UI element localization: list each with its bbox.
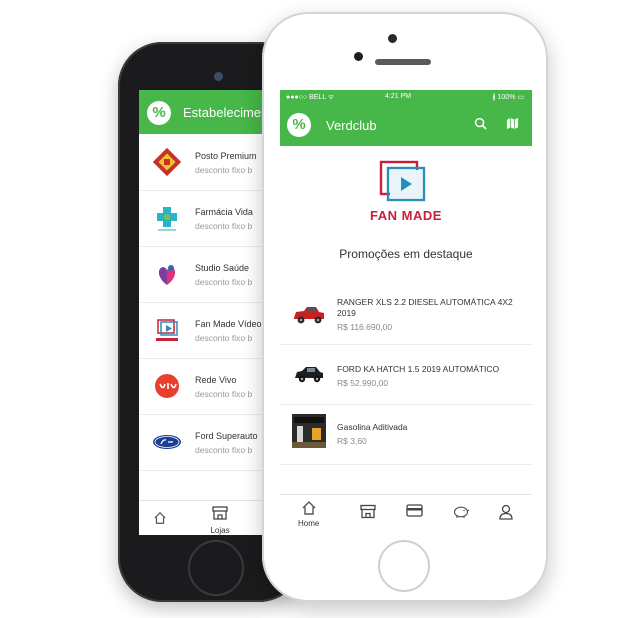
black-hatchback-image — [295, 367, 323, 383]
farmacia-vida-logo-icon — [157, 207, 177, 231]
fan-made-logo-icon — [156, 319, 178, 341]
front-camera — [214, 72, 223, 81]
bottom-navigation: Home — [280, 494, 532, 536]
fan-made-logo-icon — [379, 160, 426, 202]
nav-profile-tab[interactable] — [498, 504, 514, 523]
promotion-list-item[interactable]: Gasolina Aditivada R$ 3,60 — [280, 404, 532, 465]
search-icon[interactable] — [474, 117, 487, 133]
back-phone-screen: % Estabelecimentos Posto Premium descont… — [139, 90, 274, 535]
store-subtitle: desconto fixo b — [195, 445, 253, 455]
battery-indicator: ∦ 100% ▭ — [492, 94, 524, 101]
store-subtitle: desconto fixo b — [195, 277, 253, 287]
proximity-sensor — [388, 34, 397, 43]
store-name: Fan Made Vídeo — [195, 319, 262, 329]
nav-card-tab[interactable] — [406, 504, 423, 520]
gas-station-image — [292, 414, 326, 448]
front-camera — [354, 52, 363, 61]
store-name: Rede Vivo — [195, 375, 237, 385]
bottom-navigation: Lojas — [139, 500, 274, 535]
home-icon[interactable] — [153, 511, 167, 528]
posto-premium-logo-icon — [152, 147, 182, 177]
promotion-name: Gasolina Aditivada — [337, 422, 408, 432]
store-subtitle: desconto fixo b — [195, 389, 253, 399]
card-icon — [406, 504, 423, 517]
piggy-bank-icon — [453, 506, 470, 518]
status-time: 4:21 PM — [385, 93, 412, 100]
verdclub-logo-icon: % — [147, 101, 171, 125]
nav-home-tab[interactable]: Home — [298, 500, 319, 528]
store-subtitle: desconto fixo b — [195, 221, 253, 231]
ford-logo-icon — [153, 435, 181, 449]
store-name: Posto Premium — [195, 151, 257, 161]
promotion-price: R$ 116.690,00 — [337, 322, 393, 332]
store-subtitle: desconto fixo b — [195, 165, 253, 175]
promotion-name: FORD KA HATCH 1.5 2019 AUTOMÁTICO — [337, 364, 500, 374]
nav-stores-tab[interactable] — [360, 504, 376, 522]
red-pickup-truck-image — [294, 307, 324, 324]
store-list-item[interactable]: Fan Made Vídeo desconto fixo b — [139, 302, 274, 359]
store-name: Farmácia Vida — [195, 207, 253, 217]
user-icon — [499, 504, 513, 520]
store-list-item[interactable]: Posto Premium desconto fixo b — [139, 134, 274, 191]
earpiece-speaker — [375, 59, 431, 65]
map-icon[interactable] — [506, 117, 519, 133]
app-header: % Estabelecimentos — [139, 90, 274, 134]
nav-home-label: Home — [298, 519, 320, 528]
store-name: Studio Saúde — [195, 263, 250, 273]
brand-name: FAN MADE — [370, 208, 442, 223]
store-icon — [360, 504, 376, 519]
nav-stores-tab[interactable]: Lojas — [207, 506, 233, 535]
promotion-list-item[interactable]: RANGER XLS 2.2 DIESEL AUTOMÁTICA 4X2 201… — [280, 286, 532, 345]
promotion-price: R$ 3,60 — [337, 436, 367, 446]
nav-savings-tab[interactable] — [452, 504, 470, 522]
section-title: Promoções em destaque — [339, 247, 473, 261]
store-list-item[interactable]: Farmácia Vida desconto fixo b — [139, 190, 274, 247]
promotion-list-item[interactable]: FORD KA HATCH 1.5 2019 AUTOMÁTICO R$ 52.… — [280, 344, 532, 405]
nav-stores-label: Lojas — [210, 526, 230, 535]
store-icon — [212, 506, 228, 520]
carrier-signal: ●●●○○ BELL ᯤ — [286, 94, 335, 101]
studio-saude-logo-icon — [158, 265, 176, 285]
home-button[interactable] — [378, 540, 430, 592]
home-button[interactable] — [188, 540, 244, 596]
store-subtitle: desconto fixo b — [195, 333, 253, 343]
vivo-logo-icon — [155, 374, 179, 398]
home-icon — [302, 501, 316, 515]
verdclub-logo-icon: % — [287, 113, 311, 137]
app-header: % Verdclub — [280, 104, 532, 146]
store-list-item[interactable]: Studio Saúde desconto fixo b — [139, 246, 274, 303]
promotion-price: R$ 52.990,00 — [337, 378, 389, 388]
store-list-item[interactable]: Ford Superauto desconto fixo b — [139, 414, 274, 471]
page-title: Estabelecimentos — [183, 105, 274, 120]
store-list-item[interactable]: Rede Vivo desconto fixo b — [139, 358, 274, 415]
status-bar: ●●●○○ BELL ᯤ 4:21 PM ∦ 100% ▭ — [280, 90, 532, 104]
front-phone-screen: ●●●○○ BELL ᯤ 4:21 PM ∦ 100% ▭ % Verdclub… — [280, 90, 532, 536]
store-name: Ford Superauto — [195, 431, 258, 441]
promotion-name: RANGER XLS 2.2 DIESEL AUTOMÁTICA 4X2 201… — [337, 297, 513, 318]
page-title: Verdclub — [326, 118, 377, 133]
